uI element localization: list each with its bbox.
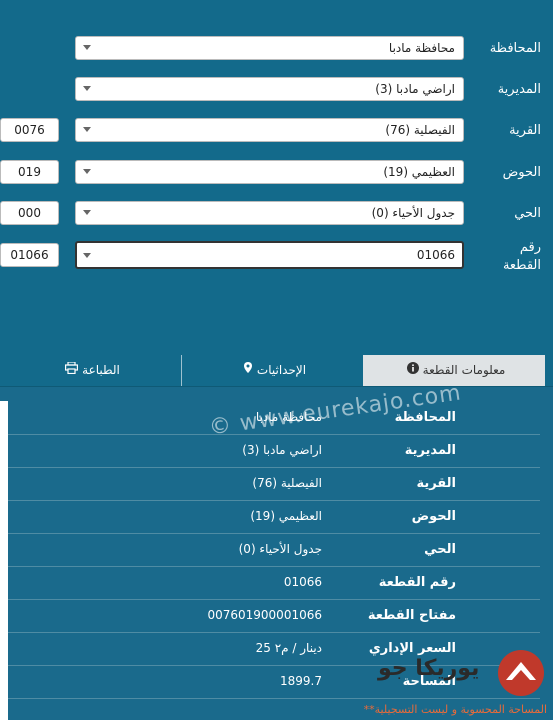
district-label: الحي — [514, 206, 541, 221]
printer-icon — [65, 355, 79, 386]
row-value: اراضي مادبا (3) — [242, 443, 322, 457]
chevron-down-icon — [83, 86, 91, 91]
basin-label: الحوض — [502, 165, 541, 180]
row-key: رقم القطعة — [378, 575, 456, 590]
row-key: الحي — [424, 542, 456, 557]
logo-icon — [498, 650, 544, 696]
village-label: القرية — [509, 123, 541, 138]
district-row: 000 جدول الأحياء (0) الحي — [0, 201, 553, 231]
basin-code-field[interactable]: 019 — [0, 160, 59, 184]
map-pin-icon — [243, 355, 253, 386]
chevron-down-icon — [83, 45, 91, 50]
directorate-select[interactable]: اراضي مادبا (3) — [75, 77, 464, 101]
row-value: 01066 — [283, 575, 322, 589]
governorate-row: محافظة مادبا المحافظة — [0, 36, 553, 66]
chevron-down-icon — [83, 169, 91, 174]
table-row: المديرية اراضي مادبا (3) — [8, 436, 540, 468]
governorate-label: المحافظة — [489, 41, 541, 56]
info-icon — [406, 355, 419, 386]
brand-logo: يوريكا جو — [378, 648, 548, 703]
area-footnote: **المساحة المحسوبة و ليست التسجيلية — [363, 703, 547, 716]
village-row: 0076 الفيصلية (76) القرية — [0, 118, 553, 148]
plot-label: رقم القطعة — [502, 240, 541, 273]
basin-row: 019 العظيمي (19) الحوض — [0, 160, 553, 190]
plot-code-field[interactable]: 01066 — [0, 243, 59, 267]
row-value: 1899.7 — [280, 674, 322, 688]
row-value: العظيمي (19) — [250, 509, 322, 523]
directorate-row: اراضي مادبا (3) المديرية — [0, 77, 553, 107]
tab-coordinates[interactable]: الإحداثيات — [182, 355, 363, 386]
plot-select[interactable]: 01066 — [75, 241, 464, 269]
table-row: مفتاح القطعة 007601900001066 — [8, 601, 540, 633]
row-key: الحوض — [411, 509, 456, 524]
basin-select[interactable]: العظيمي (19) — [75, 160, 464, 184]
tab-print[interactable]: الطباعة — [0, 355, 181, 386]
chevron-down-icon — [83, 127, 91, 132]
row-value: الفيصلية (76) — [252, 476, 322, 490]
district-code-field[interactable]: 000 — [0, 201, 59, 225]
row-value: جدول الأحياء (0) — [238, 542, 322, 556]
village-select[interactable]: الفيصلية (76) — [75, 118, 464, 142]
left-edge — [0, 401, 8, 720]
row-value: 25 دينار / م٢ — [255, 641, 322, 655]
plot-row: 01066 01066 رقم القطعة — [0, 240, 553, 273]
table-row: القرية الفيصلية (76) — [8, 469, 540, 501]
row-key: مفتاح القطعة — [367, 608, 456, 623]
row-value: 007601900001066 — [207, 608, 322, 622]
directorate-label: المديرية — [497, 82, 541, 97]
row-key: المديرية — [404, 443, 456, 458]
chevron-down-icon — [83, 210, 91, 215]
table-row: رقم القطعة 01066 — [8, 568, 540, 600]
search-form: محافظة مادبا المحافظة اراضي مادبا (3) ال… — [0, 0, 553, 355]
chevron-down-icon — [83, 253, 91, 258]
tab-bar: معلومات القطعة الإحداثيات الطباعة — [0, 355, 553, 387]
village-code-field[interactable]: 0076 — [0, 118, 59, 142]
governorate-select[interactable]: محافظة مادبا — [75, 36, 464, 60]
table-row: الحي جدول الأحياء (0) — [8, 535, 540, 567]
district-select[interactable]: جدول الأحياء (0) — [75, 201, 464, 225]
row-key: القرية — [416, 476, 456, 491]
table-row: الحوض العظيمي (19) — [8, 502, 540, 534]
